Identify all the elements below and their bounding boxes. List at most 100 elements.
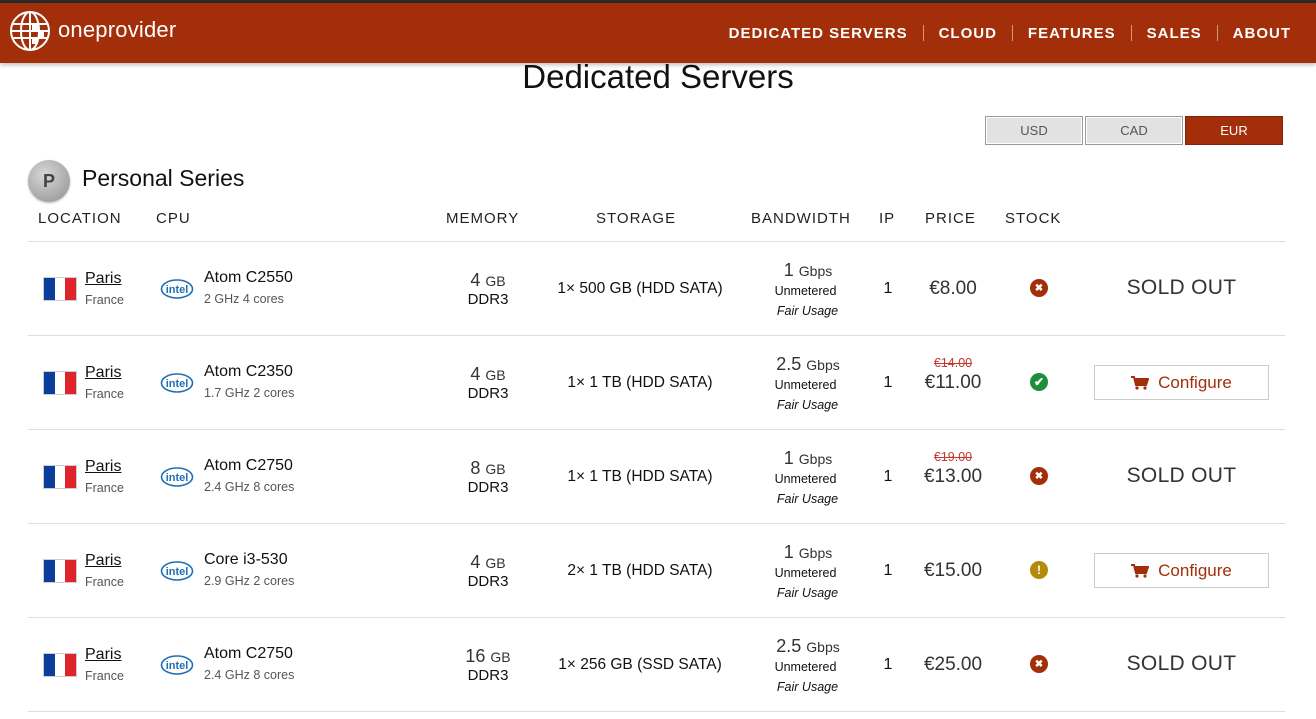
configure-button-label: Configure [1158,560,1232,580]
memory-size-value: 4 [470,364,481,384]
bandwidth-speed-value: 2.5 [776,354,802,374]
cpu-name: Atom C2750 [204,457,293,474]
storage-spec: 1× 1 TB (HDD SATA) [567,468,713,485]
globe-logo-icon[interactable] [9,10,51,52]
memory-size-value: 4 [470,270,481,290]
table-row: Paris France intel Core i3-530 2.9 GHz 2 cor… [28,524,1285,617]
nav-about[interactable]: ABOUT [1218,25,1306,42]
in-stock-check-icon: ✔ [1030,373,1048,391]
series-badge: P [28,160,70,202]
bandwidth-policy: Fair Usage [776,586,839,600]
bandwidth-type: Unmetered [774,378,837,392]
location-country: France [85,387,124,401]
table-header: LOCATION CPU MEMORY STORAGE BANDWIDTH IP… [0,210,1316,232]
france-flag-icon [43,465,77,489]
ip-count: 1 [883,280,893,297]
france-flag-icon [43,559,77,583]
configure-button-label: Configure [1158,372,1232,392]
location-city-link[interactable]: Paris [85,552,121,570]
location-country: France [85,669,124,683]
location-city-link[interactable]: Paris [85,458,121,476]
bandwidth-speed-value: 2.5 [776,636,802,656]
bandwidth-policy: Fair Usage [776,304,839,318]
table-row: Paris France intel Atom C2750 2.4 GHz 8 core… [28,430,1285,523]
intel-logo-icon: intel [160,278,194,300]
nav-sales[interactable]: SALES [1132,25,1217,42]
svg-text:intel: intel [166,284,189,296]
original-price: €14.00 [933,356,973,370]
bandwidth-type: Unmetered [774,472,837,486]
sold-out-icon: ✖ [1030,467,1048,485]
france-flag-icon [43,277,77,301]
bandwidth-speed-unit: Gbps [806,357,840,373]
table-row: Paris France intel Atom C2350 1.7 GHz 2 core… [28,336,1285,429]
memory-size-value: 4 [470,552,481,572]
currency-eur-button[interactable]: EUR [1185,116,1283,145]
configure-button[interactable]: Configure [1094,365,1269,400]
current-price: €8.00 [929,278,977,299]
intel-logo-icon: intel [160,466,194,488]
cpu-detail: 2.4 GHz 8 cores [204,668,295,682]
memory-size-value: 8 [470,458,481,478]
location-city-link[interactable]: Paris [85,364,121,382]
cpu-name: Atom C2550 [204,269,293,286]
location-city-link[interactable]: Paris [85,646,121,664]
cpu-name: Core i3-530 [204,551,288,568]
memory-size-value: 16 [465,646,486,666]
bandwidth-policy: Fair Usage [776,680,839,694]
bandwidth-speed-value: 1 [783,260,794,280]
memory-size-unit: GB [485,367,506,383]
current-price: €13.00 [923,466,983,487]
intel-logo-icon: intel [160,654,194,676]
current-price: €11.00 [924,372,982,393]
table-row: Paris France intel Atom C2550 2 GHz 4 cores 4… [28,242,1285,335]
ip-count: 1 [883,656,893,673]
currency-usd-button[interactable]: USD [985,116,1083,145]
nav-dedicated-servers[interactable]: DEDICATED SERVERS [714,25,923,42]
column-header-stock: STOCK [1005,210,1062,227]
column-header-ip: IP [879,210,896,227]
bandwidth-speed: 1 Gbps [748,260,868,281]
shopping-cart-icon [1131,375,1150,390]
currency-cad-button[interactable]: CAD [1085,116,1183,145]
column-header-cpu: CPU [156,210,191,227]
bandwidth-speed: 2.5 Gbps [748,636,868,657]
nav-features[interactable]: FEATURES [1013,25,1131,42]
storage-spec: 1× 256 GB (SSD SATA) [558,656,722,673]
ip-count: 1 [883,374,893,391]
bandwidth-speed-value: 1 [783,542,794,562]
location-city-link[interactable]: Paris [85,270,121,288]
memory-size-unit: GB [490,649,511,665]
shopping-cart-icon [1131,563,1150,578]
bandwidth-policy: Fair Usage [776,398,839,412]
intel-logo-icon: intel [160,372,194,394]
brand-name[interactable]: oneprovider [58,17,176,43]
france-flag-icon [43,371,77,395]
navbar: oneprovider DEDICATED SERVERS CLOUD FEAT… [0,3,1316,63]
bandwidth-speed-unit: Gbps [798,263,833,279]
cpu-name: Atom C2750 [204,645,293,662]
cpu-detail: 2.4 GHz 8 cores [204,480,295,494]
sold-out-icon: ✖ [1030,279,1048,297]
bandwidth-speed-unit: Gbps [798,451,833,467]
bandwidth-speed: 1 Gbps [748,542,868,563]
current-price: €25.00 [923,654,983,675]
bandwidth-type: Unmetered [774,660,837,674]
memory-size-unit: GB [485,461,506,477]
svg-text:intel: intel [166,566,189,578]
cpu-detail: 2 GHz 4 cores [204,292,284,306]
memory-size-unit: GB [485,273,506,289]
table-divider [28,711,1285,712]
location-country: France [85,293,124,307]
currency-selector: USD CAD EUR [985,116,1283,145]
nav-cloud[interactable]: CLOUD [924,25,1012,42]
column-header-price: PRICE [925,210,976,227]
bandwidth-speed-unit: Gbps [798,545,833,561]
sold-out-icon: ✖ [1030,655,1048,673]
ip-count: 1 [883,468,893,485]
location-country: France [85,575,124,589]
page-title: Dedicated Servers [522,58,794,95]
limited-stock-warning-icon: ! [1030,561,1048,579]
configure-button[interactable]: Configure [1094,553,1269,588]
cpu-detail: 1.7 GHz 2 cores [204,386,295,400]
